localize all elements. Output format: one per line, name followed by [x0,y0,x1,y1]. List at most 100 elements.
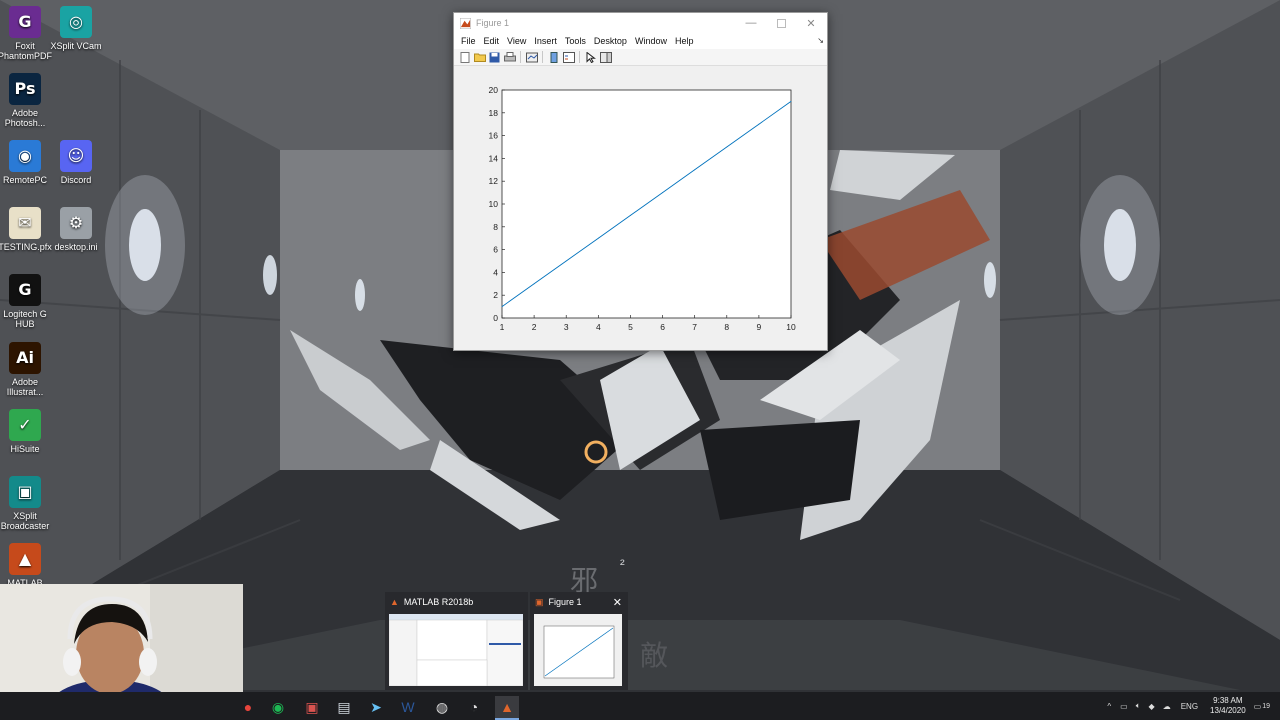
maximize-icon [776,18,786,28]
teams-icon[interactable]: ▣ [300,696,324,718]
x-tick-label: 3 [564,322,569,332]
save-icon[interactable] [489,51,501,63]
onedrive-icon[interactable]: ☁ [1163,702,1171,711]
dock-figure-icon[interactable]: ↘ [817,36,824,45]
menu-help[interactable]: Help [675,36,694,46]
word-icon[interactable]: W [396,696,420,718]
obs-icon[interactable]: ◍ [430,696,454,718]
matlab-icon: ▲ [390,597,399,607]
new-figure-icon[interactable] [459,51,471,63]
maximize-button[interactable] [766,13,796,33]
desktop-icon[interactable]: ◎ XSplit VCam [44,6,108,51]
menu-desktop[interactable]: Desktop [594,36,627,46]
desktop-icon[interactable]: ✓ HiSuite [0,409,57,454]
menu-bar: File Edit View Insert Tools Desktop Wind… [454,33,827,49]
insert-colorbar-icon[interactable] [548,51,560,63]
x-tick-label: 1 [500,322,505,332]
clock-app-icon[interactable]: ◔ [462,696,486,718]
close-preview-icon[interactable]: ✕ [613,596,622,609]
y-tick-label: 6 [493,245,498,255]
xsplit-vcam-icon: ◎ [60,6,92,38]
y-tick-label: 10 [489,199,499,209]
taskbar-preview-matlab[interactable]: ▲ MATLAB R2018b [385,592,528,690]
chevron-up-icon[interactable]: ^ [1107,702,1111,711]
x-tick-label: 7 [692,322,697,332]
desktop-icon[interactable]: ▲ MATLAB [0,543,57,588]
y-tick-label: 16 [489,131,499,141]
input-language[interactable]: ENG [1181,702,1198,711]
edit-plot-icon[interactable] [585,51,597,63]
desktop-icon-label: XSplit VCam [50,41,102,51]
discord-icon: ☺ [60,140,92,172]
desktop-icon[interactable]: ▣ XSplit Broadcaster [0,476,57,531]
close-button[interactable]: ✕ [796,13,826,33]
line-chart[interactable]: 1 2 3 4 5 6 7 8 9 10 02468101214161820 [454,66,827,350]
minimize-button[interactable]: — [736,13,766,33]
volume-icon[interactable]: 🔈︎ [1136,701,1141,711]
desktop-icon[interactable]: ⚙ desktop.ini [44,207,108,252]
title-bar[interactable]: Figure 1 — ✕ [454,13,827,33]
desktop-icon-label: Adobe Illustrat... [6,377,44,397]
figure-toolbar [454,49,827,66]
preview-thumbnail [534,614,622,686]
steam-icon[interactable]: ➤ [364,696,388,718]
y-tick-label: 12 [489,176,499,186]
preview-thumbnail [388,614,524,687]
data-point [790,101,792,102]
matlab-icon[interactable]: ▲ [495,696,519,720]
y-tick-label: 2 [493,290,498,300]
link-plot-icon[interactable] [525,51,538,63]
chrome-icon[interactable]: ● [236,696,260,718]
desktop-icon-label: desktop.ini [54,242,98,252]
matlab-icon: ▲ [9,543,41,575]
settings-file-icon: ⚙ [60,207,92,239]
plot-tools-icon[interactable] [599,51,612,63]
hisuite-icon: ✓ [9,409,41,441]
preview-title: Figure 1 [548,597,582,607]
window-title: Figure 1 [476,18,510,28]
illustrator-icon: Ai [9,342,41,374]
data-point [501,306,503,307]
desktop-icon[interactable]: G Logitech G HUB [0,274,57,329]
toolbar-separator [520,51,521,63]
menu-file[interactable]: File [461,36,476,46]
clock-time: 9:38 AM [1213,696,1243,705]
data-point [758,123,760,125]
desktop-icon[interactable]: ☺ Discord [44,140,108,185]
y-tick-label: 4 [493,267,498,277]
menu-tools[interactable]: Tools [565,36,586,46]
x-tick-label: 6 [660,322,665,332]
data-point [533,283,535,285]
open-file-icon[interactable] [473,51,486,63]
x-tick-label: 4 [596,322,601,332]
notification-center-button[interactable]: ▭ 19 [1254,702,1270,711]
x-tick-label: 9 [757,322,762,332]
svg-text:敵: 敵 [640,639,668,672]
x-tick-label: 8 [724,322,729,332]
menu-edit[interactable]: Edit [484,36,500,46]
menu-view[interactable]: View [507,36,526,46]
dropbox-icon[interactable]: ◆ [1149,702,1155,711]
data-point [694,169,696,171]
taskbar [0,692,1280,720]
clock[interactable]: 9:38 AM 13/4/2020 [1210,696,1246,716]
toolbar-separator [579,51,580,63]
file-explorer-icon[interactable]: ▤ [332,696,356,718]
data-point [662,192,663,193]
insert-legend-icon[interactable] [562,51,575,63]
menu-insert[interactable]: Insert [534,36,557,46]
desktop-icon[interactable]: Ai Adobe Illustrat... [0,342,57,397]
figure-window[interactable]: Figure 1 — ✕ File Edit View Insert Tools… [453,12,828,351]
notification-icon: ▭ [1253,701,1262,711]
y-tick-label: 20 [489,85,499,95]
print-icon[interactable] [503,51,516,63]
desktop-icon[interactable]: Ps Adobe Photosh... [0,73,57,128]
remotepc-icon: ◉ [9,140,41,172]
taskbar-preview-figure[interactable]: ▣ Figure 1 ✕ [530,592,628,690]
y-tick-label: 14 [489,153,499,163]
spotify-icon[interactable]: ◉ [266,696,290,718]
plot-area[interactable]: 1 2 3 4 5 6 7 8 9 10 0 2 4 6 8 10 12 14 16 18 20 [454,66,827,350]
desktop-icon-label: HiSuite [10,444,40,454]
menu-window[interactable]: Window [635,36,667,46]
network-icon[interactable]: ▭ [1120,702,1128,711]
